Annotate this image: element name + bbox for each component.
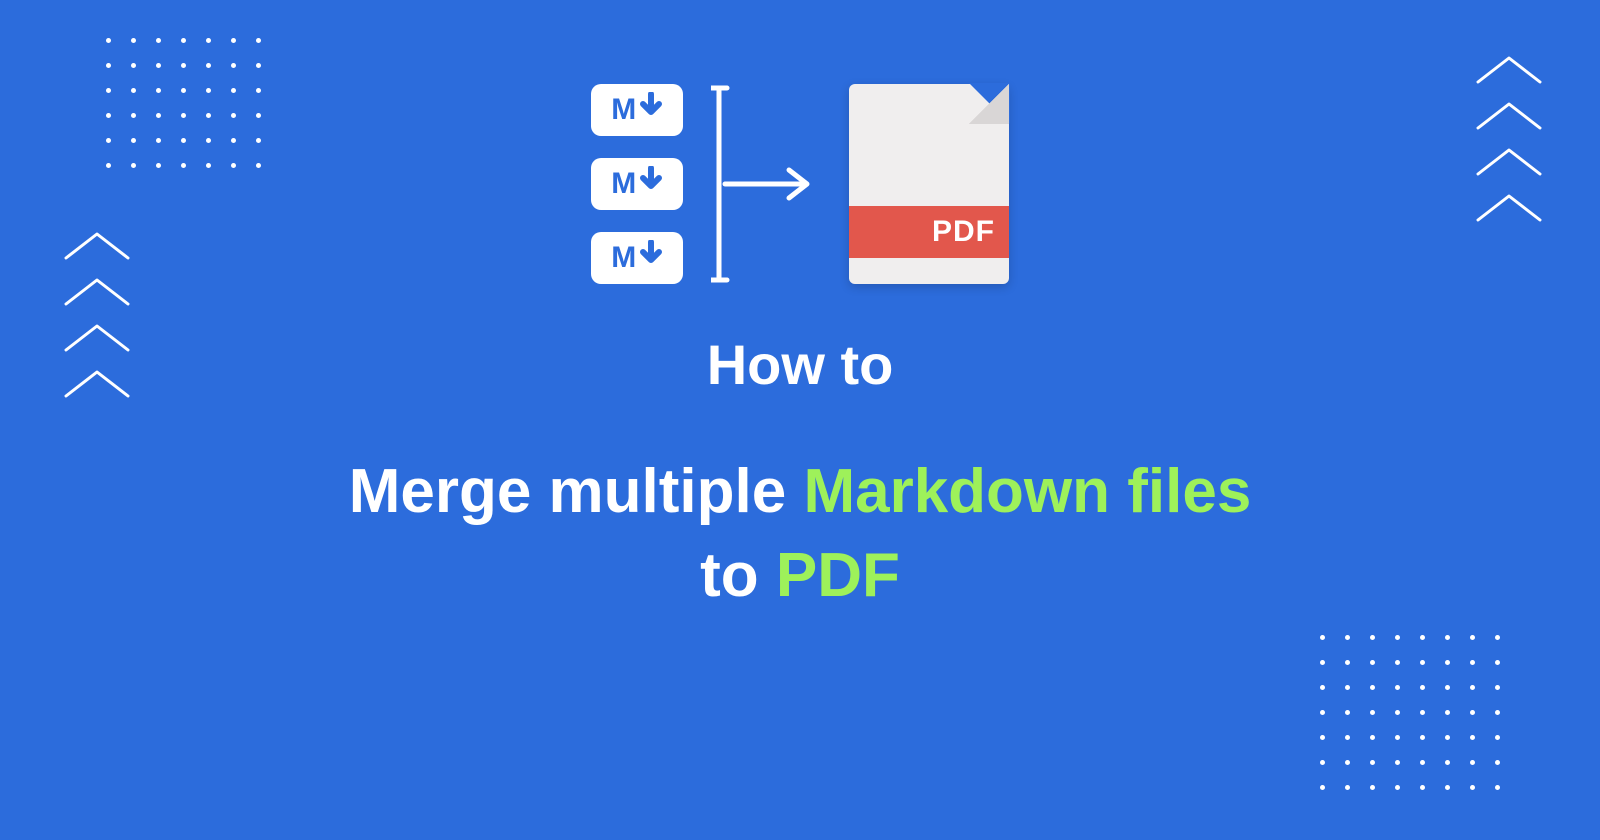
- pdf-document-icon: PDF: [849, 84, 1009, 284]
- chevron-stack-decoration: [62, 228, 132, 400]
- markdown-badge-letter: M: [611, 93, 636, 127]
- markdown-badge: M: [591, 84, 683, 136]
- dot-grid-decoration: [106, 38, 261, 168]
- arrow-down-icon: [639, 92, 663, 128]
- chevron-up-icon: [62, 320, 132, 354]
- pdf-band-label: PDF: [849, 206, 1009, 258]
- chevron-stack-decoration: [1474, 52, 1544, 224]
- arrow-down-icon: [639, 166, 663, 202]
- title-accent: Markdown files: [803, 457, 1251, 526]
- chevron-up-icon: [1474, 52, 1544, 86]
- subtitle: How to: [707, 332, 894, 397]
- hero-graphic: M M M PDF: [591, 84, 1009, 284]
- merge-arrow-icon: [711, 84, 821, 284]
- chevron-up-icon: [62, 366, 132, 400]
- markdown-badge-letter: M: [611, 167, 636, 201]
- markdown-badge: M: [591, 158, 683, 210]
- chevron-up-icon: [1474, 98, 1544, 132]
- chevron-up-icon: [62, 228, 132, 262]
- markdown-badge-letter: M: [611, 241, 636, 275]
- chevron-up-icon: [62, 274, 132, 308]
- page-title: Merge multiple Markdown files to PDF: [200, 450, 1400, 617]
- title-text: to: [700, 541, 776, 610]
- chevron-up-icon: [1474, 190, 1544, 224]
- title-text: Merge multiple: [349, 457, 804, 526]
- markdown-badge: M: [591, 232, 683, 284]
- markdown-badge-stack: M M M: [591, 84, 683, 284]
- chevron-up-icon: [1474, 144, 1544, 178]
- title-accent: PDF: [776, 541, 900, 610]
- dot-grid-decoration: [1320, 635, 1500, 790]
- arrow-down-icon: [639, 240, 663, 276]
